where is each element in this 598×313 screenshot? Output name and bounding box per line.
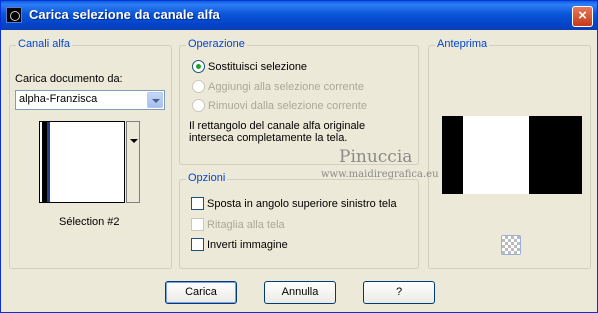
crop-to-canvas-checkbox[interactable] [191,218,204,231]
invert-image-label[interactable]: Inverti immagine [207,239,288,251]
thumbnail-dropdown-button[interactable] [126,121,140,203]
operation-info-line1: Il rettangolo del canale alfa originale [189,120,366,132]
move-to-top-left-checkbox[interactable] [191,197,204,210]
preview-group-label: Anteprima [435,38,490,50]
alpha-channel-thumbnail[interactable] [39,121,125,203]
watermark-name: Pinuccia [339,147,413,167]
dialog-window: Carica selezione da canale alfa × Canali… [0,0,598,313]
selection-name: Sélection #2 [59,216,120,228]
operation-group-label: Operazione [186,38,247,50]
add-to-selection-radio[interactable] [192,80,205,93]
replace-selection-radio[interactable] [192,60,205,73]
move-to-top-left-label[interactable]: Sposta in angolo superiore sinistro tela [207,198,397,210]
remove-from-selection-label[interactable]: Rimuovi dalla selezione corrente [208,100,367,112]
replace-selection-label[interactable]: Sostituisci selezione [208,61,307,73]
title-bar[interactable]: Carica selezione da canale alfa × [1,1,597,30]
remove-from-selection-radio[interactable] [192,99,205,112]
close-button[interactable]: × [572,6,593,27]
help-button[interactable]: ? [363,281,435,304]
document-select[interactable]: alpha-Franzisca [15,90,165,110]
radio-selected-dot [196,64,201,69]
load-button[interactable]: Carica [165,281,237,304]
preview-white-area [463,116,529,194]
operation-info-line2: interseca completamente la tela. [189,132,348,144]
preview-image [442,116,582,194]
add-to-selection-label[interactable]: Aggiungi alla selezione corrente [208,81,364,93]
cancel-button[interactable]: Annulla [264,281,336,304]
thumbnail-accent-bar [47,122,50,202]
crop-to-canvas-label[interactable]: Ritaglia alla tela [207,219,285,231]
watermark-url: www.maidiregrafica.eu [321,169,439,180]
options-group-label: Opzioni [186,172,228,184]
load-document-label: Carica documento da: [15,73,123,85]
chevron-down-icon[interactable] [147,92,163,108]
window-title: Carica selezione da canale alfa [29,7,220,22]
transparency-preview-icon[interactable] [501,235,521,255]
alpha-channels-group-label: Canali alfa [16,38,72,50]
app-icon [6,7,22,23]
invert-image-checkbox[interactable] [191,238,204,251]
document-select-value: alpha-Franzisca [19,93,98,105]
